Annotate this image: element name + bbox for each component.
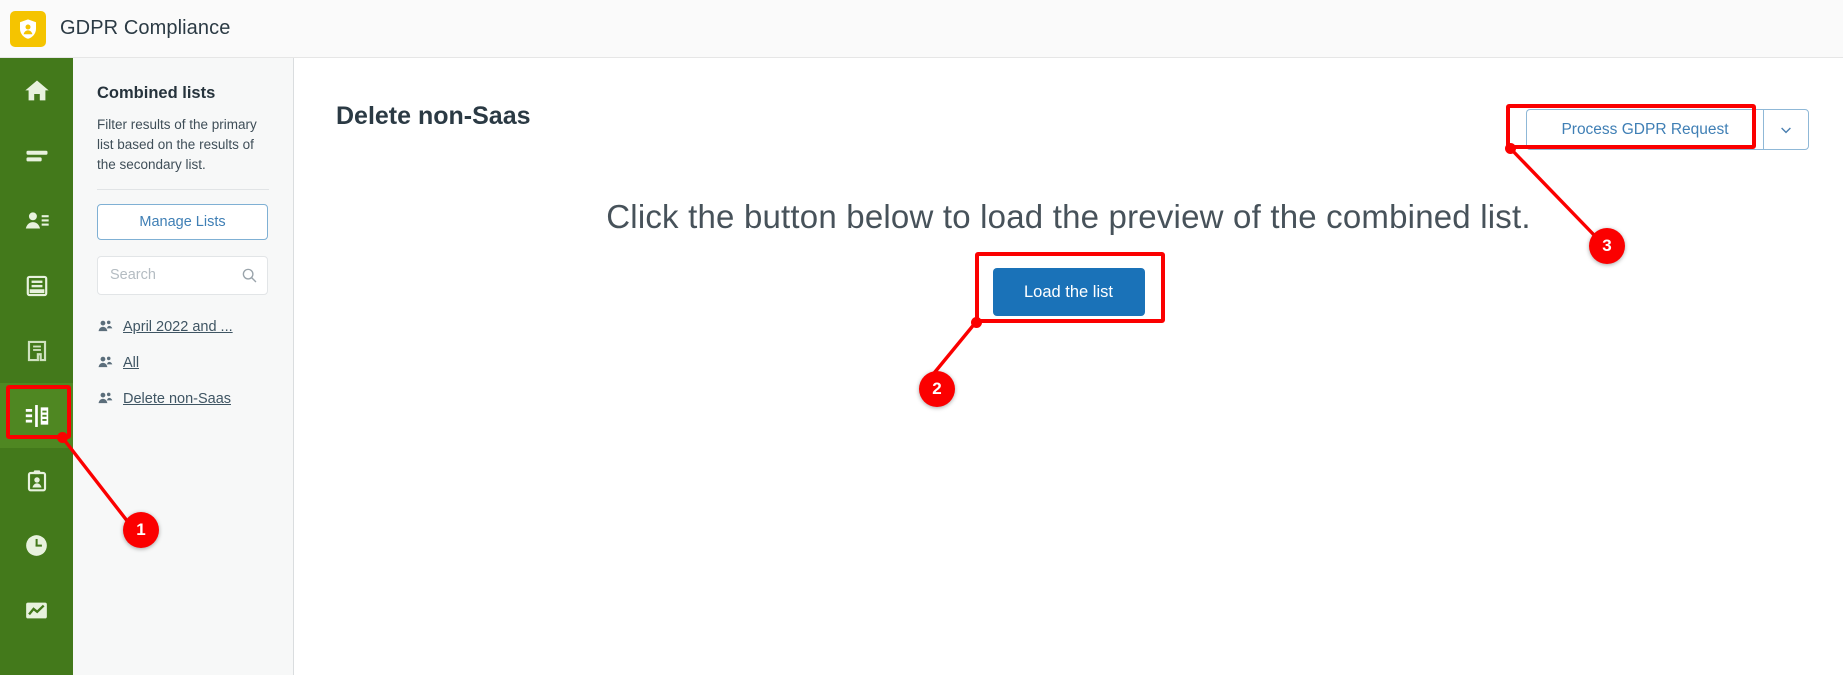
manage-lists-button[interactable]: Manage Lists — [97, 203, 268, 240]
people-group-icon — [97, 390, 123, 407]
people-group-icon — [97, 318, 123, 335]
sidebar-divider — [97, 188, 269, 190]
nav-lists[interactable] — [0, 123, 73, 188]
app-title: GDPR Compliance — [60, 17, 231, 39]
load-the-list-button[interactable]: Load the list — [992, 268, 1145, 316]
sidebar-title: Combined lists — [97, 84, 216, 102]
nav-history[interactable] — [0, 513, 73, 578]
document-bookmark-icon — [27, 340, 46, 361]
combined-list-items: April 2022 and ... All Delete non-Saas — [73, 309, 293, 417]
search-input[interactable] — [97, 255, 268, 295]
clock-icon — [26, 535, 47, 556]
chart-line-icon — [26, 602, 47, 619]
nav-data-sources[interactable] — [0, 253, 73, 318]
people-group-icon — [97, 354, 123, 371]
list-item-label: April 2022 and ... — [123, 318, 233, 335]
list-item-label: Delete non-Saas — [123, 390, 232, 407]
nav-documents[interactable] — [0, 318, 73, 383]
list-item[interactable]: April 2022 and ... — [73, 309, 293, 345]
sidebar-description: Filter results of the primary list based… — [97, 117, 257, 172]
combined-lists-icon — [25, 404, 48, 427]
hero-message: Click the button below to load the previ… — [606, 198, 1531, 235]
nav-reports[interactable] — [0, 578, 73, 643]
combined-lists-sidebar: Combined lists Filter results of the pri… — [73, 58, 294, 675]
app-header: GDPR Compliance — [0, 0, 1843, 58]
nav-home[interactable] — [0, 58, 73, 123]
list-lines-icon — [26, 150, 47, 161]
home-icon — [24, 80, 49, 100]
main-content: Delete non-Saas Process GDPR Request Cli… — [294, 58, 1843, 675]
list-item-label: All — [123, 354, 140, 371]
app-window: GDPR Compliance Combined lists Filter re… — [0, 0, 1843, 675]
shield-person-icon — [10, 10, 46, 47]
nav-combined-lists[interactable] — [0, 383, 73, 448]
list-item[interactable]: All — [73, 345, 293, 381]
clipboard-person-icon — [27, 469, 46, 491]
person-details-icon — [25, 211, 49, 228]
empty-state-block: Click the button below to load the previ… — [294, 58, 1843, 316]
primary-nav-rail — [0, 58, 73, 675]
search-field-wrapper — [97, 255, 268, 295]
nav-contacts[interactable] — [0, 188, 73, 253]
database-stack-icon — [26, 275, 47, 296]
nav-requests[interactable] — [0, 448, 73, 513]
list-item[interactable]: Delete non-Saas — [73, 381, 293, 417]
